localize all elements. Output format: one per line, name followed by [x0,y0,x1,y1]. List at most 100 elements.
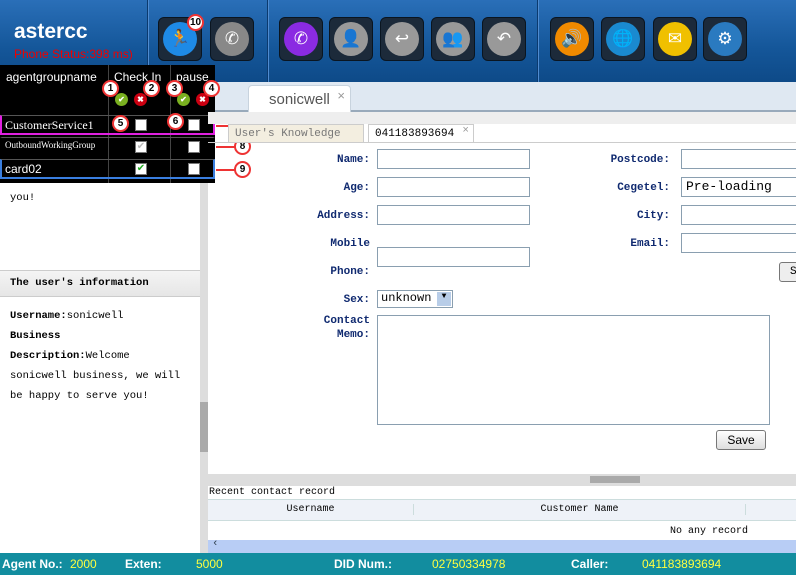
annotation-badge: 1 [102,80,119,97]
speaker-icon: 🔊 [555,22,589,56]
phone-button[interactable]: ✆ [210,17,254,61]
globe-icon: 🌐 [606,22,640,56]
divider [267,0,269,82]
group-name: card02 [5,162,42,176]
memo-textarea[interactable] [377,315,770,425]
annotation-badge: 3 [166,80,183,97]
label: Contact [323,315,370,327]
col-header: Customer Name [414,504,746,515]
sex-value: unknown [381,291,432,305]
agent-group-row: OutboundWorkingGroup ✔ [0,137,215,157]
tab-users-knowledge[interactable]: User's Knowledge [228,124,364,142]
mobile-phone-input[interactable] [377,247,530,267]
settings-icon: ⚙ [708,22,742,56]
settings-button[interactable]: ⚙ [703,17,747,61]
label: Mobile [330,238,370,250]
conference-icon: 👥 [436,22,470,56]
scroll-thumb[interactable] [200,402,208,452]
label: Age: [343,182,370,194]
col-header: agentgroupname [6,70,97,84]
speaker-button[interactable]: 🔊 [550,17,594,61]
annotation-badge: 2 [143,80,160,97]
email-input[interactable] [681,233,796,253]
agent-group-row: card02 ✔ [0,159,215,179]
scroll-thumb[interactable] [590,476,640,483]
horizontal-scrollbar[interactable]: ‹ [208,538,796,553]
annotation-badge: 10 [187,14,204,31]
status-bar: Agent No.: 2000 Exten: 5000 DID Num.: 02… [0,553,796,575]
phone-status: Phone Status:398 ms) [14,47,133,61]
col-header: Username [208,504,414,515]
divider [537,0,539,82]
pause-checkbox[interactable] [188,141,200,153]
label: Agent No.: [2,557,63,571]
transfer-call-icon: ✆ [284,22,318,56]
group-name: CustomerService1 [5,118,94,132]
annotation-badge: 5 [112,115,129,132]
label: Postcode: [610,154,670,166]
caller-number: 041183893694 [642,557,722,571]
cegetel-input[interactable]: Pre-loading [681,177,796,197]
checkin-checkbox[interactable]: ✔ [135,141,147,153]
age-input[interactable] [377,177,530,197]
tab-sonicwell[interactable]: sonicwell × [248,85,351,112]
phone-icon: ✆ [215,22,249,56]
name-input[interactable] [377,149,530,169]
address-input[interactable] [377,205,530,225]
back-icon: ↶ [487,22,521,56]
user-info: Username:sonicwell Business Description:… [10,306,190,406]
search-button[interactable]: S [779,262,796,282]
label: Name: [336,154,370,166]
col-header: pause [176,70,209,84]
transfer-call-button[interactable]: ✆ [279,17,323,61]
chevron-down-icon: ▼ [437,292,451,306]
label: Caller: [571,557,609,571]
label: Sex: [343,294,370,306]
close-icon[interactable]: × [337,88,345,103]
username: sonicwell [66,310,124,322]
close-icon[interactable]: × [462,125,469,137]
chevron-left-icon[interactable]: ‹ [212,538,219,550]
form-area: User's Knowledge 041183893694 × Name: Age… [208,112,796,474]
label: Email: [630,238,670,250]
label: Business [10,330,61,342]
label: Cegetel: [617,182,670,194]
label: Username: [10,310,67,322]
city-input[interactable] [681,205,796,225]
contact-icon: 👤 [334,22,368,56]
globe-button[interactable]: 🌐 [601,17,645,61]
label: City: [636,210,670,222]
annotation-badge: 4 [203,80,220,97]
mail-button[interactable]: ✉ [653,17,697,61]
checkin-all-icon[interactable]: ✔ [115,93,128,106]
text: you! [10,192,36,204]
recent-records: Recent contact record Username Customer … [208,474,796,553]
label: Description: [10,350,86,362]
sex-select[interactable]: unknown ▼ [377,290,453,308]
pause-checkbox[interactable] [188,119,200,131]
agent-number: 2000 [70,557,97,571]
return-icon: ↩ [385,22,419,56]
annotation-badge: 6 [167,113,184,130]
checkin-checkbox[interactable] [135,119,147,131]
label: Exten: [125,557,162,571]
section-title: The user's information [0,270,200,297]
label: Address: [317,210,370,222]
checkin-checkbox[interactable]: ✔ [135,163,147,175]
tab-label: sonicwell [269,91,330,108]
mail-icon: ✉ [658,22,692,56]
empty-message: No any record [670,526,749,537]
records-title: Recent contact record [209,487,336,498]
postcode-input[interactable] [681,149,796,169]
return-button[interactable]: ↩ [380,17,424,61]
pause-checkbox[interactable] [188,163,200,175]
label: DID Num.: [334,557,392,571]
group-name: OutboundWorkingGroup [5,140,96,150]
conference-button[interactable]: 👥 [431,17,475,61]
save-button[interactable]: Save [716,430,766,450]
label: Memo: [336,329,370,341]
tab-label: 041183893694 [375,128,455,140]
back-button[interactable]: ↶ [482,17,526,61]
contact-button[interactable]: 👤 [329,17,373,61]
tab-caller[interactable]: 041183893694 × [368,124,474,142]
